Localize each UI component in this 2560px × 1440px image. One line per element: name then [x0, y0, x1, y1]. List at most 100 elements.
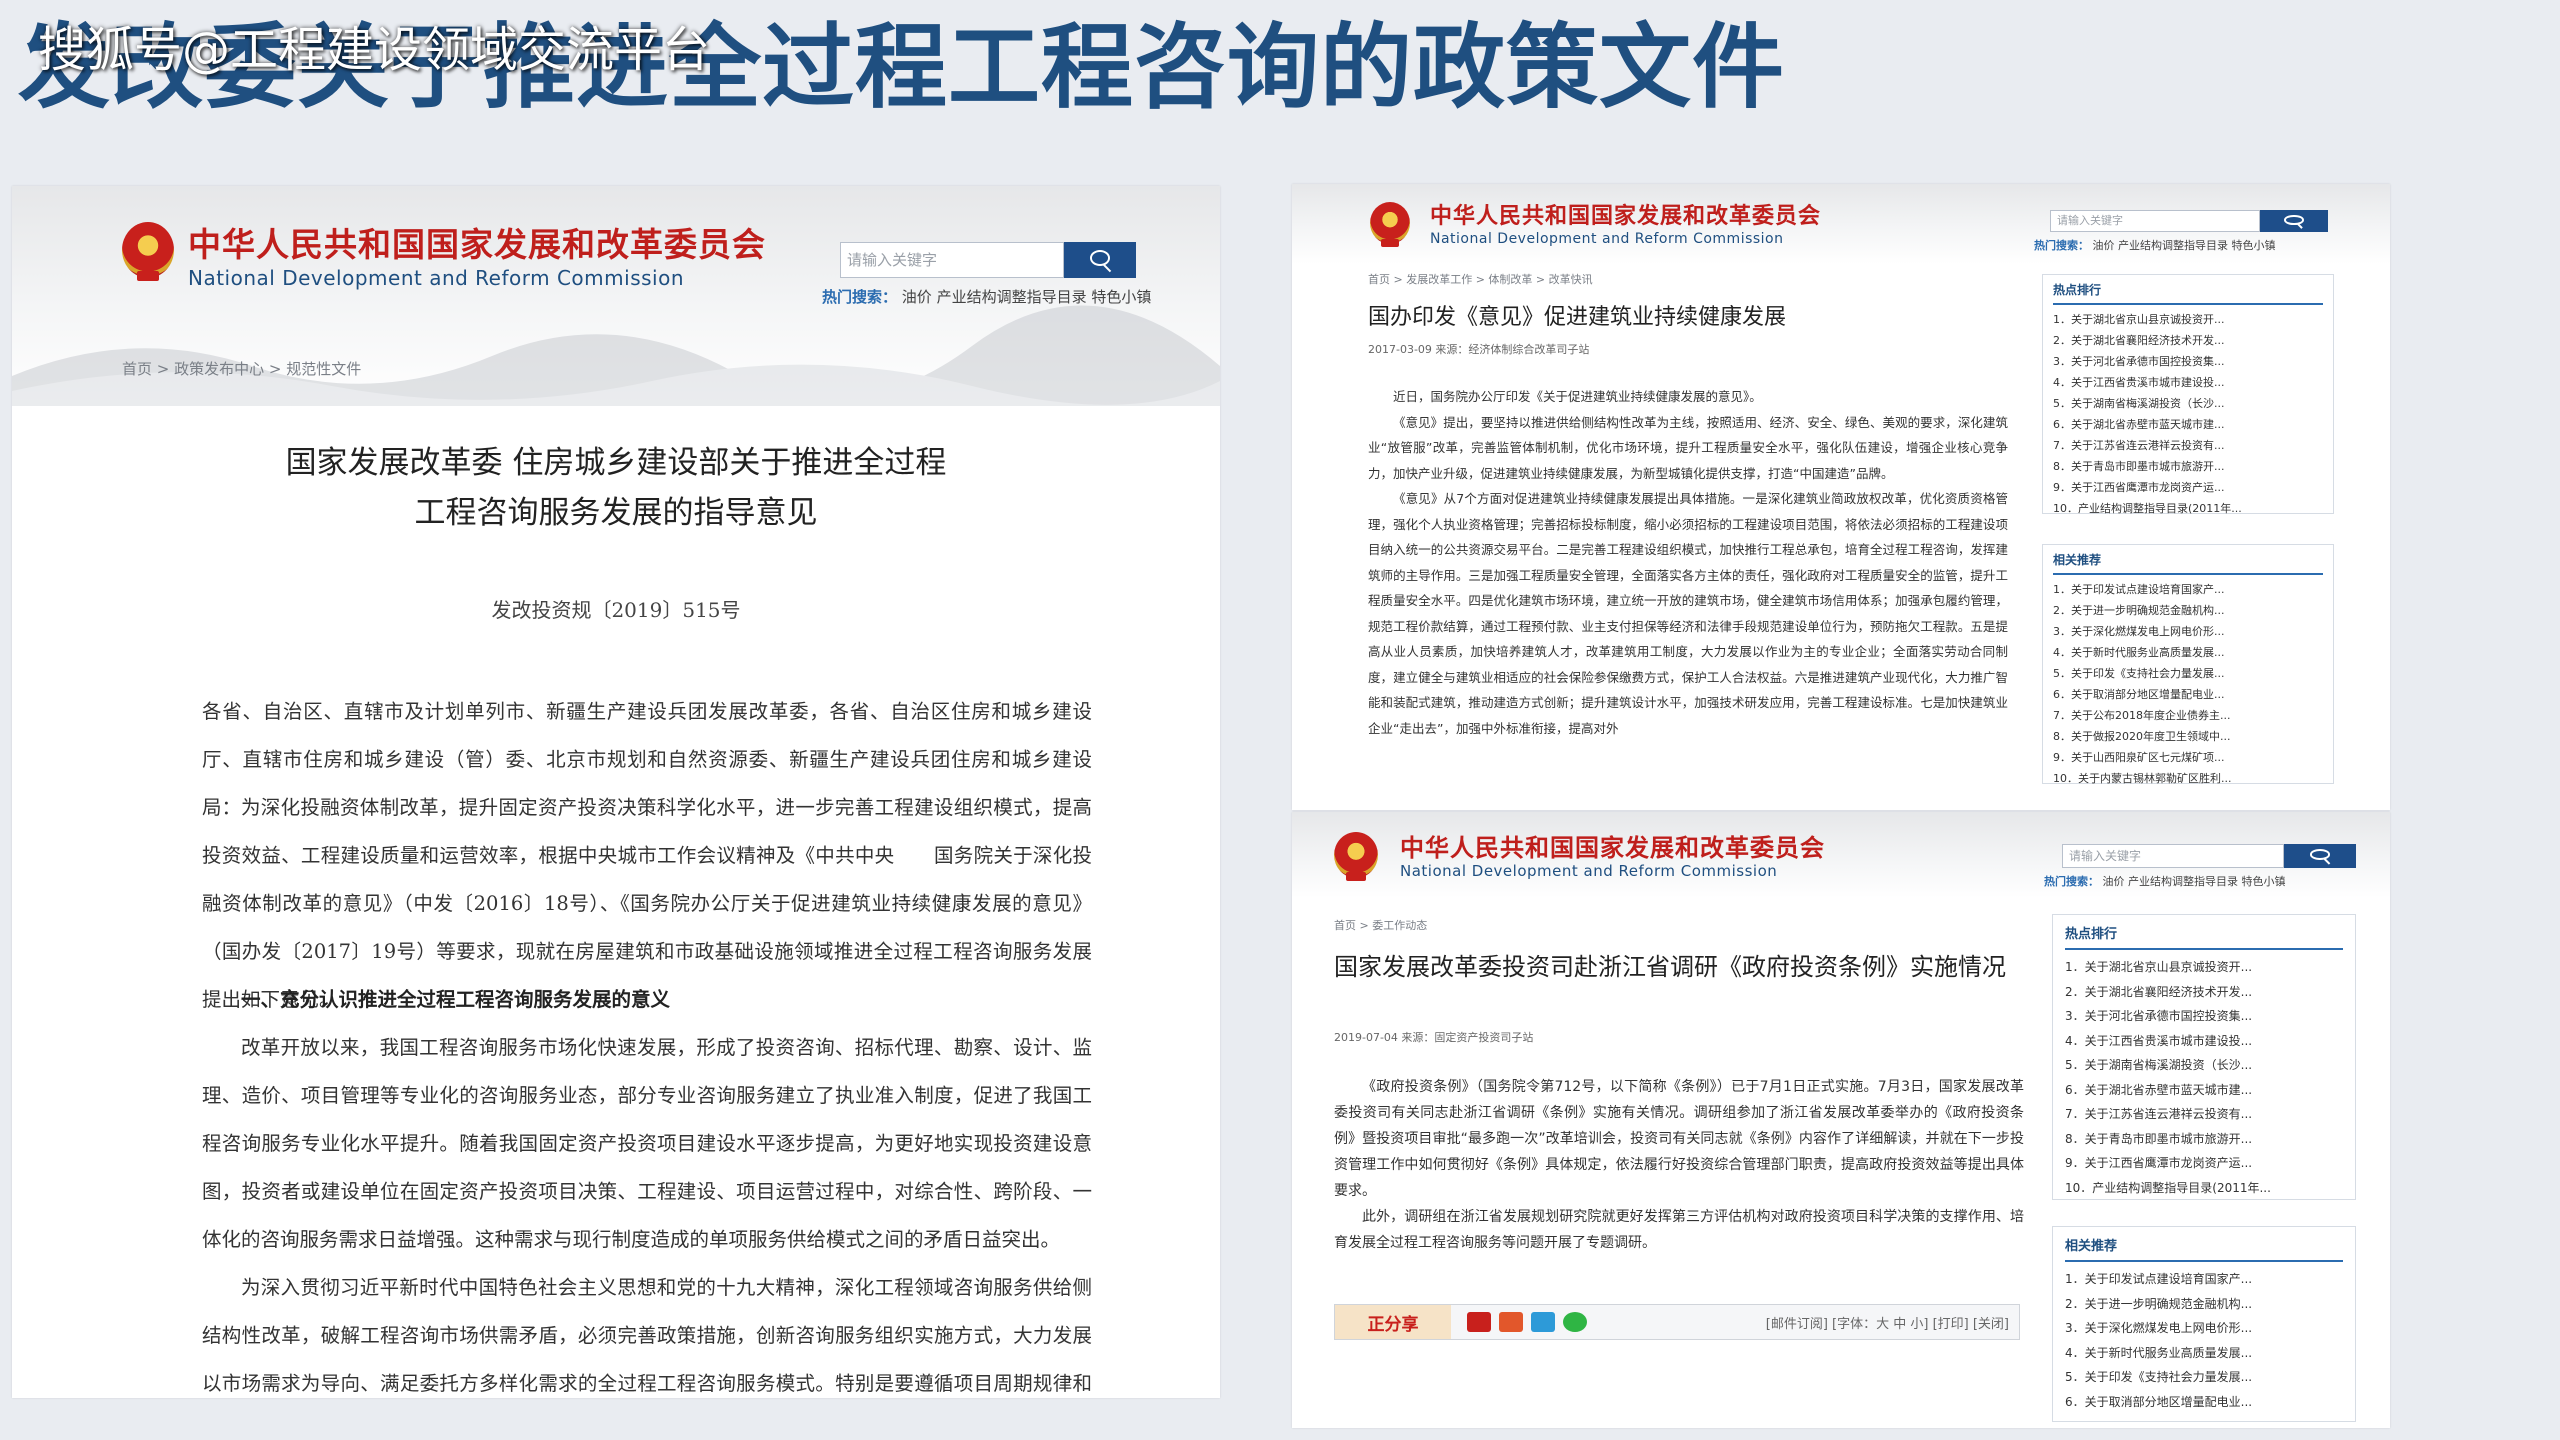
bottom-right-article-panel: 中华人民共和国国家发展和改革委员会 National Development a…	[1292, 812, 2390, 1428]
list-item[interactable]: 4．关于新时代服务业高质量发展...	[2053, 642, 2323, 663]
list-item[interactable]: 1．关于湖北省京山县京诚投资开...	[2053, 309, 2323, 330]
hot-rank-list: 1．关于湖北省京山县京诚投资开... 2．关于湖北省襄阳经济技术开发... 3．…	[2065, 955, 2343, 1200]
search-input[interactable]: 请输入关键字	[2050, 210, 2260, 232]
breadcrumb[interactable]: 首页 > 发展改革工作 > 体制改革 > 改革快讯	[1368, 274, 1593, 285]
qq-share-icon[interactable]	[1531, 1312, 1555, 1332]
list-item[interactable]: 2．关于湖北省襄阳经济技术开发...	[2053, 330, 2323, 351]
list-item[interactable]: 6．关于湖北省赤壁市蓝天城市建...	[2065, 1078, 2343, 1103]
hot-search-links[interactable]: 油价 产业结构调整指导目录 特色小镇	[2103, 875, 2286, 888]
org-name-cn: 中华人民共和国国家发展和改革委员会	[188, 225, 766, 264]
list-item[interactable]: 8．关于青岛市即墨市城市旅游开...	[2053, 456, 2323, 477]
national-emblem-icon	[1370, 202, 1410, 247]
list-item[interactable]: 8．关于青岛市即墨市城市旅游开...	[2065, 1127, 2343, 1152]
hot-rank-title: 热点排行	[2065, 923, 2343, 950]
hot-search-links[interactable]: 油价 产业结构调整指导目录 特色小镇	[2093, 239, 2276, 252]
list-item[interactable]: 10．产业结构调整指导目录(2011年...	[2065, 1176, 2343, 1201]
hot-search-label: 热门搜索：	[822, 288, 898, 306]
wechat-share-icon[interactable]	[1563, 1312, 1587, 1332]
article-paragraph-2: 此外，调研组在浙江省发展规划研究院就更好发挥第三方评估机构对政府投资项目科学决策…	[1334, 1209, 2024, 1251]
list-item[interactable]: 5．关于湖南省梅溪湖投资（长沙...	[2053, 393, 2323, 414]
list-item[interactable]: 7．关于江苏省连云港祥云投资有...	[2053, 435, 2323, 456]
list-item[interactable]: 4．关于新时代服务业高质量发展...	[2065, 1341, 2343, 1366]
related-list: 1．关于印发试点建设培育国家产... 2．关于进一步明确规范金融机构... 3．…	[2053, 579, 2323, 789]
list-item[interactable]: 1．关于湖北省京山县京诚投资开...	[2065, 955, 2343, 980]
org-name-en: National Development and Reform Commissi…	[1430, 231, 1784, 247]
article-title: 国家发展改革委投资司赴浙江省调研《政府投资条例》实施情况	[1334, 953, 2006, 981]
list-item[interactable]: 6．关于取消部分地区增量配电业...	[2053, 684, 2323, 705]
list-item[interactable]: 3．关于河北省承德市国控投资集...	[2065, 1004, 2343, 1029]
doc-number: 发改投资规〔2019〕515号	[491, 598, 741, 622]
search-button[interactable]	[1064, 242, 1136, 278]
list-item[interactable]: 1．关于印发试点建设培育国家产...	[2053, 579, 2323, 600]
hot-search: 热门搜索： 油价 产业结构调整指导目录 特色小镇	[2044, 876, 2286, 887]
list-item[interactable]: 5．关于湖南省梅溪湖投资（长沙...	[2065, 1053, 2343, 1078]
list-item[interactable]: 5．关于印发《支持社会力量发展...	[2065, 1365, 2343, 1390]
hot-search: 热门搜索： 油价 产业结构调整指导目录 特色小镇	[2034, 240, 2276, 251]
list-item[interactable]: 3．关于深化燃煤发电上网电价形...	[2053, 621, 2323, 642]
article-paragraph-1: 《政府投资条例》（国务院令第712号，以下简称《条例》）已于7月1日正式实施。7…	[1334, 1079, 2024, 1199]
top-right-article-panel: 中华人民共和国国家发展和改革委员会 National Development a…	[1292, 184, 2390, 810]
org-name-cn: 中华人民共和国国家发展和改革委员会	[1430, 204, 1822, 229]
list-item[interactable]: 6．关于湖北省赤壁市蓝天城市建...	[2053, 414, 2323, 435]
left-document-panel: 中华人民共和国国家发展和改革委员会 National Development a…	[12, 186, 1220, 1398]
list-item[interactable]: 8．关于做报2020年度卫生领域中...	[2053, 726, 2323, 747]
list-item[interactable]: 2．关于湖北省襄阳经济技术开发...	[2065, 980, 2343, 1005]
org-name-en: National Development and Reform Commissi…	[188, 266, 684, 290]
weibo-share-icon[interactable]	[1499, 1312, 1523, 1332]
article-paragraph-1: 近日，国务院办公厅印发《关于促进建筑业持续健康发展的意见》。	[1393, 389, 1762, 404]
doc-title-line2: 工程咨询服务发展的指导意见	[414, 495, 818, 531]
site-header: 中华人民共和国国家发展和改革委员会 National Development a…	[1292, 812, 2390, 898]
list-item[interactable]: 10．产业结构调整指导目录(2011年...	[2053, 498, 2323, 519]
org-name-en: National Development and Reform Commissi…	[1400, 862, 1778, 880]
doc-paragraph-4: 为深入贯彻习近平新时代中国特色社会主义思想和党的十九大精神，深化工程领域咨询服务…	[202, 1276, 1092, 1395]
national-emblem-icon	[1334, 832, 1378, 881]
hot-search: 热门搜索： 油价 产业结构调整指导目录 特色小镇	[822, 290, 1151, 305]
pdf-share-icon[interactable]	[1467, 1312, 1491, 1332]
hot-search-label: 热门搜索：	[2044, 875, 2099, 888]
share-label: 正分享	[1335, 1305, 1451, 1339]
list-item[interactable]: 7．关于公布2018年度企业债券主...	[2053, 705, 2323, 726]
article-body: 近日，国务院办公厅印发《关于促进建筑业持续健康发展的意见》。 《意见》提出，要坚…	[1368, 384, 2008, 804]
article-paragraph-2: 《意见》提出，要坚持以推进供给侧结构性改革为主线，按照适用、经济、安全、绿色、美…	[1368, 414, 2008, 481]
list-item[interactable]: 1．关于印发试点建设培育国家产...	[2065, 1267, 2343, 1292]
list-item[interactable]: 2．关于进一步明确规范金融机构...	[2053, 600, 2323, 621]
search-input[interactable]: 请输入关键字	[2062, 844, 2284, 868]
hot-rank-list: 1．关于湖北省京山县京诚投资开... 2．关于湖北省襄阳经济技术开发... 3．…	[2053, 309, 2323, 519]
related-box: 相关推荐 1．关于印发试点建设培育国家产... 2．关于进一步明确规范金融机构.…	[2042, 544, 2334, 785]
list-item[interactable]: 2．关于进一步明确规范金融机构...	[2065, 1292, 2343, 1317]
article-paragraph-3: 《意见》从7个方面对促进建筑业持续健康发展提出具体措施。一是深化建筑业简政放权改…	[1368, 491, 2008, 736]
share-options[interactable]: [邮件订阅] [字体：大 中 小] [打印] [关闭]	[1766, 1313, 2009, 1332]
list-item[interactable]: 9．关于江西省鹰潭市龙岗资产运...	[2065, 1151, 2343, 1176]
hot-rank-box: 热点排行 1．关于湖北省京山县京诚投资开... 2．关于湖北省襄阳经济技术开发.…	[2052, 914, 2356, 1200]
article-title: 国办印发《意见》促进建筑业持续健康发展	[1368, 305, 1787, 330]
list-item[interactable]: 6．关于取消部分地区增量配电业...	[2065, 1390, 2343, 1415]
breadcrumb[interactable]: 首页 > 委工作动态	[1334, 920, 1427, 931]
hot-rank-title: 热点排行	[2053, 281, 2323, 305]
search-input[interactable]: 请输入关键字	[840, 242, 1064, 278]
list-item[interactable]: 4．关于江西省贵溪市城市建设投...	[2053, 372, 2323, 393]
list-item[interactable]: 3．关于深化燃煤发电上网电价形...	[2065, 1316, 2343, 1341]
hot-rank-box: 热点排行 1．关于湖北省京山县京诚投资开... 2．关于湖北省襄阳经济技术开发.…	[2042, 274, 2334, 515]
doc-title-line1: 国家发展改革委 住房城乡建设部关于推进全过程	[285, 445, 947, 481]
watermark: 搜狐号@工程建设领域交流平台	[38, 22, 711, 78]
list-item[interactable]: 10．关于内蒙古锡林郭勒矿区胜利...	[2053, 768, 2323, 789]
article-body: 《政府投资条例》（国务院令第712号，以下简称《条例》）已于7月1日正式实施。7…	[1334, 1074, 2024, 1304]
search-button[interactable]	[2284, 844, 2356, 868]
list-item[interactable]: 7．关于江苏省连云港祥云投资有...	[2065, 1102, 2343, 1127]
doc-heading-1: 一、充分认识推进全过程工程咨询服务发展的意义	[241, 988, 671, 1011]
list-item[interactable]: 9．关于山西阳泉矿区七元煤矿项...	[2053, 747, 2323, 768]
list-item[interactable]: 3．关于河北省承德市国控投资集...	[2053, 351, 2323, 372]
related-list: 1．关于印发试点建设培育国家产... 2．关于进一步明确规范金融机构... 3．…	[2065, 1267, 2343, 1414]
hot-search-links[interactable]: 油价 产业结构调整指导目录 特色小镇	[902, 288, 1152, 306]
article-date: 2017-03-09 来源：经济体制综合改革司子站	[1368, 343, 1590, 356]
list-item[interactable]: 4．关于江西省贵溪市城市建设投...	[2065, 1029, 2343, 1054]
list-item[interactable]: 5．关于印发《支持社会力量发展...	[2053, 663, 2323, 684]
share-bar: 正分享 [邮件订阅] [字体：大 中 小] [打印] [关闭]	[1334, 1304, 2020, 1340]
site-header: 中华人民共和国国家发展和改革委员会 National Development a…	[1292, 184, 2390, 264]
related-box: 相关推荐 1．关于印发试点建设培育国家产... 2．关于进一步明确规范金融机构.…	[2052, 1226, 2356, 1422]
search-button[interactable]	[2260, 210, 2328, 232]
related-title: 相关推荐	[2065, 1235, 2343, 1262]
list-item[interactable]: 9．关于江西省鹰潭市龙岗资产运...	[2053, 477, 2323, 498]
breadcrumb[interactable]: 首页 > 政策发布中心 > 规范性文件	[122, 362, 361, 377]
hot-search-label: 热门搜索：	[2034, 239, 2089, 252]
